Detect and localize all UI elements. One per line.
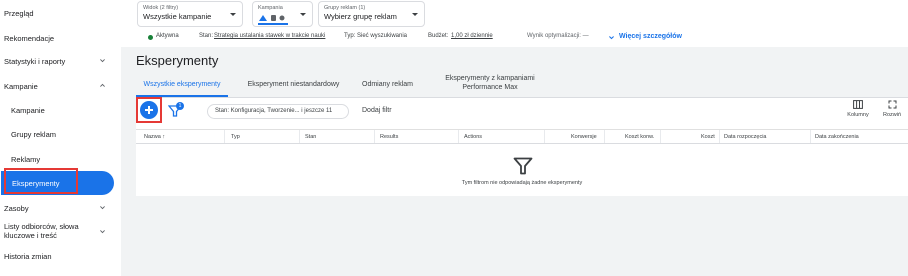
tab-ad-variations-label: Odmiany reklam [362, 81, 413, 88]
budget-value[interactable]: 1,00 zł dziennie [451, 33, 493, 39]
budget-label: Budżet: [428, 33, 449, 39]
expand-button[interactable]: Rozwiń [880, 100, 904, 118]
type-label: Typ: [344, 33, 356, 39]
campaign-selector[interactable]: Kampania [252, 1, 313, 27]
add-button-highlight-box [136, 97, 162, 123]
header-end-date[interactable]: Data zakończenia [815, 134, 859, 140]
view-selector-value: Wszystkie kampanie [143, 12, 212, 21]
empty-state-message: Tym filtrom nie odpowiadają żadne eksper… [461, 180, 583, 186]
type-value: Sieć wyszukiwania [357, 33, 408, 39]
column-divider [719, 130, 720, 143]
tab-performance-max-label: Eksperymenty z kampaniami Performance Ma… [445, 75, 535, 91]
header-status[interactable]: Stan [305, 134, 316, 140]
chevron-down-icon [609, 36, 614, 40]
column-divider [604, 130, 605, 143]
status-dot-icon [148, 35, 153, 40]
header-conversions[interactable]: Konwersje [571, 134, 597, 140]
header-cost[interactable]: Koszt [701, 134, 715, 140]
tab-custom-experiment[interactable]: Eksperyment niestandardowy [240, 72, 347, 97]
status-filter-chip[interactable]: Stan: Konfiguracja, Tworzenie... i jeszc… [207, 104, 349, 119]
header-results[interactable]: Results [380, 134, 398, 140]
filter-bar: Widok (2 filtry) Wszystkie kampanie Kamp… [121, 0, 908, 47]
dropdown-arrow-icon [300, 13, 306, 16]
view-selector-caption: Widok (2 filtry) [143, 5, 179, 11]
chevron-up-icon [100, 83, 105, 87]
nav-audiences-keywords[interactable]: Listy odbiorców, słowa kluczowe i treść [0, 220, 110, 244]
header-start-date[interactable]: Data rozpoczęcia [724, 134, 767, 140]
ad-group-selector-caption: Grupy reklam (1) [324, 5, 366, 11]
sidebar: Przegląd Rekomendacje Statystyki i rapor… [0, 0, 121, 276]
nav-campaigns-group[interactable]: Kampanie [0, 74, 121, 98]
tab-custom-experiment-label: Eksperyment niestandardowy [247, 81, 340, 88]
columns-label: Kolumny [847, 112, 869, 118]
columns-button[interactable]: Kolumny [843, 100, 873, 118]
sort-arrow-icon: ↑ [162, 134, 166, 140]
empty-filter-icon [513, 157, 533, 175]
nav-assets[interactable]: Zasoby [0, 196, 121, 220]
chevron-down-icon [100, 230, 105, 234]
nav-campaigns-label: Kampanie [11, 105, 45, 115]
column-divider [458, 130, 459, 143]
campaign-status: Aktywna [156, 33, 179, 39]
header-type[interactable]: Typ [231, 134, 240, 140]
nav-overview-label: Przegląd [4, 8, 34, 18]
nav-campaigns[interactable]: Kampanie [0, 98, 121, 122]
experiment-tabs: Wszystkie eksperymenty Eksperyment niest… [136, 72, 908, 97]
status-filter-chip-label: Stan: Konfiguracja, Tworzenie... i jeszc… [215, 108, 333, 114]
chevron-down-icon [100, 206, 105, 210]
dropdown-arrow-icon [412, 13, 418, 16]
column-divider [544, 130, 545, 143]
nav-ads-label: Reklamy [11, 154, 41, 164]
tab-all-experiments-label: Wszystkie eksperymenty [143, 81, 221, 88]
ad-group-selector[interactable]: Grupy reklam (1) Wybierz grupę reklam [318, 1, 425, 27]
bid-status-value[interactable]: Strategia ustalania stawek w trakcie nau… [214, 33, 325, 39]
nav-change-history-label: Historia zmian [4, 251, 52, 261]
header-name[interactable]: Nazwa ↑ [144, 134, 165, 140]
dropdown-arrow-icon [230, 13, 236, 16]
column-divider [810, 130, 811, 143]
nav-assets-label: Zasoby [4, 203, 29, 213]
nav-change-history[interactable]: Historia zmian [0, 244, 121, 268]
column-divider [660, 130, 661, 143]
header-actions[interactable]: Actions [464, 134, 482, 140]
header-cost-per-conversion[interactable]: Koszt konw. [625, 134, 654, 140]
bid-status-label: Stan: [199, 33, 214, 39]
tab-ad-variations[interactable]: Odmiany reklam [355, 72, 420, 97]
header-name-label: Nazwa [144, 134, 161, 140]
expand-label: Rozwiń [882, 112, 902, 118]
chevron-down-icon [100, 59, 105, 63]
nav-ad-groups-label: Grupy reklam [11, 129, 57, 139]
table-header: Nazwa ↑ Typ Stan Results Actions Konwers… [136, 129, 908, 144]
column-divider [224, 130, 225, 143]
nav-recommendations[interactable]: Rekomendacje [0, 26, 121, 50]
nav-recommendations-label: Rekomendacje [4, 33, 55, 43]
page-title: Eksperymenty [136, 53, 219, 68]
campaign-selector-caption: Kampania [258, 5, 283, 11]
experiments-highlight-box [4, 168, 78, 194]
nav-audiences-keywords-label: Listy odbiorców, słowa kluczowe i treść [4, 222, 79, 240]
nav-insights-reports[interactable]: Statystyki i raporty [0, 49, 121, 73]
add-filter-button[interactable]: Dodaj filtr [362, 107, 392, 114]
campaign-selector-underline [258, 23, 288, 25]
nav-campaigns-group-label: Kampanie [4, 81, 38, 91]
column-divider [299, 130, 300, 143]
filter-count-badge: 1 [176, 102, 184, 110]
expand-icon [888, 100, 896, 109]
nav-overview[interactable]: Przegląd [0, 1, 121, 25]
tab-all-experiments[interactable]: Wszystkie eksperymenty [136, 72, 228, 97]
nav-ad-groups[interactable]: Grupy reklam [0, 122, 121, 146]
optimization-score: Wynik optymalizacji: — [527, 33, 589, 39]
column-divider [374, 130, 375, 143]
nav-insights-reports-label: Statystyki i raporty [4, 56, 66, 66]
ad-group-selector-value: Wybierz grupę reklam [324, 12, 397, 21]
more-details-link[interactable]: Więcej szczegółów [619, 33, 682, 40]
view-selector[interactable]: Widok (2 filtry) Wszystkie kampanie [137, 1, 243, 27]
columns-icon [853, 100, 863, 109]
tab-performance-max[interactable]: Eksperymenty z kampaniami Performance Ma… [430, 72, 550, 97]
campaign-type-icons [259, 15, 285, 21]
